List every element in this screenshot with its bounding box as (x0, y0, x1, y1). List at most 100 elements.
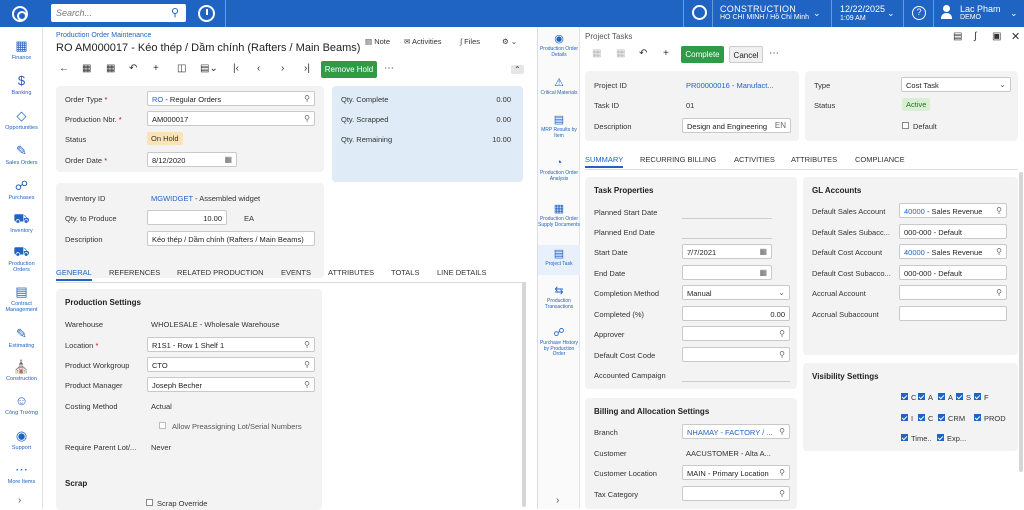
save-icon[interactable]: ▦ (106, 63, 115, 74)
expand-rail-icon[interactable]: › (556, 495, 559, 506)
sidebar-item-banking[interactable]: $ Banking (0, 74, 43, 97)
order-type-field[interactable]: RO - Regular Orders ⚲ (147, 91, 315, 106)
product-manager-field[interactable]: Joseph Becher ⚲ (147, 377, 315, 392)
rail-item-production-transactions[interactable]: ⇆ Production Transactions (538, 285, 580, 315)
location-field[interactable]: R1S1 - Row 1 Shelf 1 ⚲ (147, 337, 315, 352)
visibility-checkbox[interactable] (918, 414, 925, 421)
undo-icon[interactable]: ↶ (129, 63, 137, 74)
help-icon[interactable]: ? (912, 6, 926, 20)
calendar-icon[interactable]: ▦ (759, 268, 767, 277)
visibility-checkbox[interactable] (938, 393, 945, 400)
sidebar-item-sales-orders[interactable]: ✎ Sales Orders (0, 144, 43, 167)
tab-attributes[interactable]: ATTRIBUTES (791, 155, 837, 164)
completed-field[interactable]: 0.00 (682, 306, 790, 321)
chevron-down-icon[interactable]: ⌄ (813, 8, 821, 19)
sidebar-item-production-orders[interactable]: ⛟ Production Orders (0, 245, 43, 274)
sidebar-item-purchases[interactable]: ☍ Purchases (0, 179, 43, 202)
default-cost-account-field[interactable]: 40000 - Sales Revenue ⚲ (899, 244, 1007, 259)
sidebar-item-more-items[interactable]: ⋯ More Items (0, 463, 43, 486)
chevron-down-icon[interactable]: ⌄ (778, 288, 785, 297)
tab-line-details[interactable]: LINE DETAILS (437, 268, 486, 277)
acumatica-logo-icon[interactable] (12, 6, 28, 22)
search-icon[interactable]: ⚲ (171, 6, 179, 19)
tab-totals[interactable]: TOTALS (391, 268, 419, 277)
tab-attributes[interactable]: ATTRIBUTES (328, 268, 374, 277)
search-input[interactable]: Search... (51, 4, 186, 22)
approver-field[interactable]: ⚲ (682, 326, 790, 341)
add-icon[interactable]: + (663, 48, 669, 59)
collapse-header-icon[interactable]: ⌃ (511, 65, 524, 74)
tab-events[interactable]: EVENTS (281, 268, 311, 277)
sidebar-item-construction[interactable]: ⛪ Construction (0, 360, 43, 383)
tab-related-production[interactable]: RELATED PRODUCTION (177, 268, 264, 277)
close-icon[interactable]: ✕ (1011, 30, 1020, 43)
search-icon[interactable]: ⚲ (996, 247, 1002, 256)
planned-end-field[interactable] (682, 238, 772, 239)
visibility-checkbox[interactable] (937, 434, 944, 441)
search-icon[interactable]: ⚲ (304, 340, 310, 349)
branch-field[interactable]: NHAMAY - FACTORY / ... ⚲ (682, 424, 790, 439)
open-window-icon[interactable]: ▣ (992, 31, 1001, 42)
branch-name[interactable]: HO CHI MINH / Hồ Chí Minh (720, 14, 809, 21)
default-sales-account-field[interactable]: 40000 - Sales Revenue ⚲ (899, 203, 1007, 218)
add-icon[interactable]: + (153, 63, 159, 74)
end-date-field[interactable]: ▦ (682, 265, 772, 280)
chevron-down-icon[interactable]: ⌄ (887, 8, 895, 19)
document-icon[interactable]: ▤ (953, 31, 962, 42)
calendar-icon[interactable]: ▦ (759, 247, 767, 256)
scrap-override-checkbox[interactable] (146, 499, 153, 506)
planned-start-field[interactable] (682, 218, 772, 219)
activities-button[interactable]: ✉ Activities (404, 37, 442, 46)
company-name[interactable]: CONSTRUCTION (720, 4, 796, 14)
search-icon[interactable]: ⚲ (779, 329, 785, 338)
sidebar-item-finance[interactable]: ▦ Finance (0, 39, 43, 62)
expand-sidebar-icon[interactable]: › (18, 495, 21, 506)
rail-item-project-task[interactable]: ▤ Project Task (538, 245, 580, 275)
accrual-subaccount-field[interactable] (899, 306, 1007, 321)
more-actions-icon[interactable]: ⋯ (384, 63, 394, 74)
next-record-icon[interactable]: › (281, 63, 284, 74)
undo-icon[interactable]: ↶ (639, 48, 647, 59)
visibility-checkbox[interactable] (901, 414, 908, 421)
visibility-checkbox[interactable] (901, 434, 908, 441)
search-icon[interactable]: ⚲ (304, 380, 310, 389)
visibility-checkbox[interactable] (901, 393, 908, 400)
history-icon[interactable] (198, 5, 215, 22)
more-actions-icon[interactable]: ⋯ (769, 48, 779, 59)
sidebar-item-estimating[interactable]: ✎ Estimating (0, 327, 43, 350)
rail-item-mrp-results[interactable]: ▤ MRP Results by Item (538, 114, 580, 150)
tab-activities[interactable]: ACTIVITIES (734, 155, 775, 164)
chevron-down-icon[interactable]: ⌄ (999, 80, 1006, 89)
scrollbar[interactable] (522, 282, 526, 507)
tax-category-field[interactable]: ⚲ (682, 486, 790, 501)
settings-button[interactable]: ⚙ ⌄ (502, 37, 517, 46)
search-icon[interactable]: ⚲ (304, 114, 310, 123)
save-close-icon[interactable]: ▦ (592, 48, 601, 59)
rail-item-production-order-details[interactable]: ◉ Production Order Details (538, 33, 580, 71)
default-checkbox[interactable] (902, 122, 909, 129)
default-sales-subaccount-field[interactable]: 000-000 - Default (899, 224, 1007, 239)
search-icon[interactable]: ⚲ (779, 489, 785, 498)
chevron-down-icon[interactable]: ⌄ (1010, 8, 1018, 19)
business-date[interactable]: 12/22/2025 (840, 4, 885, 14)
allow-preassign-checkbox[interactable] (159, 422, 166, 429)
rail-item-production-order-analysis[interactable]: ◔ Production Order Analysis (538, 157, 580, 197)
type-select[interactable]: Cost Task ⌄ (901, 77, 1011, 92)
rail-item-purchase-history[interactable]: ☍ Purchase History by Production Order (538, 327, 580, 369)
tab-references[interactable]: REFERENCES (109, 268, 160, 277)
back-icon[interactable]: ← (59, 63, 69, 74)
user-icon[interactable] (941, 5, 952, 19)
tab-recurring-billing[interactable]: RECURRING BILLING (640, 155, 716, 164)
search-icon[interactable]: ⚲ (779, 427, 785, 436)
copy-paste-icon[interactable]: ▤⌄ (200, 63, 218, 74)
first-record-icon[interactable]: |‹ (233, 63, 239, 74)
tab-compliance[interactable]: COMPLIANCE (855, 155, 905, 164)
rail-item-supply-documents[interactable]: ▦ Production Order Supply Documents (538, 203, 580, 247)
product-workgroup-field[interactable]: CTO ⚲ (147, 357, 315, 372)
sidebar-item-site[interactable]: ☺ Công Trường (0, 394, 43, 417)
customer-location-field[interactable]: MAIN - Primary Location ⚲ (682, 465, 790, 480)
delete-icon[interactable]: ◫ (177, 63, 186, 74)
clock-icon[interactable] (692, 5, 707, 20)
visibility-checkbox[interactable] (956, 393, 963, 400)
cancel-button[interactable]: Cancel (729, 46, 763, 63)
